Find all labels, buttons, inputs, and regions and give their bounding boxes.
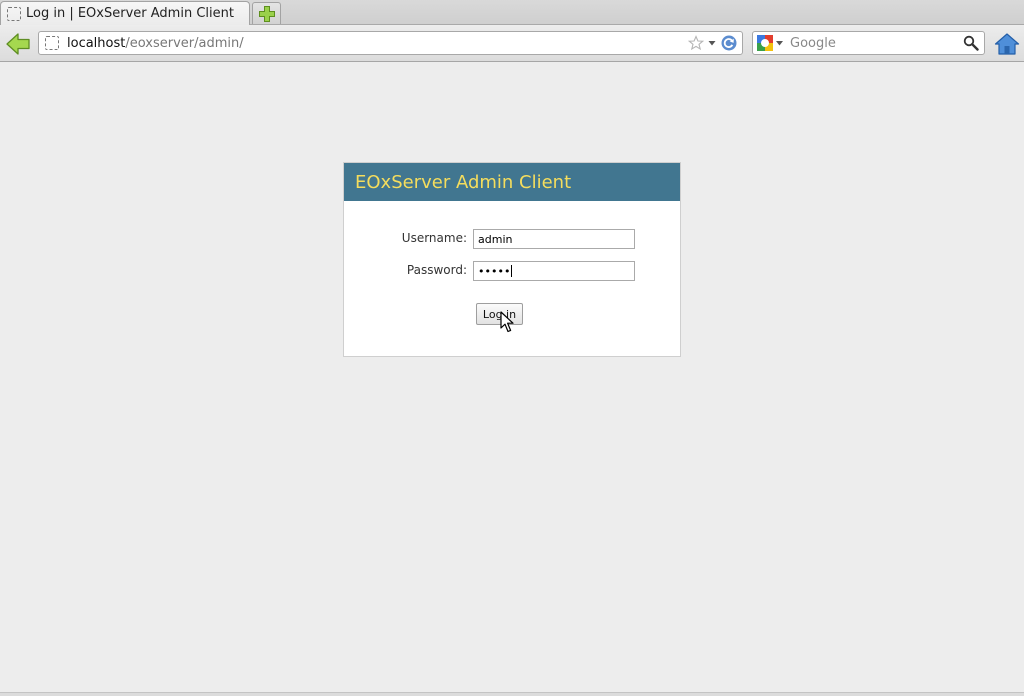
tab-login[interactable]: Log in | EOxServer Admin Client <box>0 1 250 25</box>
tab-strip: Log in | EOxServer Admin Client <box>0 0 1024 25</box>
password-value: ••••• <box>478 264 511 278</box>
status-strip <box>0 692 1024 696</box>
google-logo-icon <box>757 35 773 51</box>
search-button[interactable] <box>962 34 980 52</box>
home-button[interactable] <box>993 30 1021 58</box>
navigation-toolbar: localhost/eoxserver/admin/ Google <box>0 26 1024 62</box>
password-input[interactable]: ••••• <box>473 261 635 281</box>
password-row: Password: ••••• <box>344 261 680 281</box>
home-icon <box>994 33 1020 55</box>
mouse-cursor-icon <box>500 311 514 333</box>
back-arrow-icon <box>6 33 30 55</box>
search-input[interactable]: Google <box>790 36 962 51</box>
username-row: Username: admin <box>344 229 680 249</box>
username-input[interactable]: admin <box>473 229 635 249</box>
new-tab-button[interactable] <box>252 2 281 24</box>
url-dropdown-icon[interactable] <box>707 35 717 51</box>
url-bar[interactable]: localhost/eoxserver/admin/ <box>38 31 743 55</box>
username-value: admin <box>478 232 513 246</box>
tab-title: Log in | EOxServer Admin Client <box>26 6 234 21</box>
search-engine-selector[interactable] <box>757 35 784 51</box>
star-icon[interactable] <box>688 35 704 51</box>
url-input[interactable]: localhost/eoxserver/admin/ <box>67 36 688 51</box>
url-host: localhost <box>67 35 126 51</box>
text-caret <box>511 265 513 277</box>
site-identity-icon[interactable] <box>45 36 59 50</box>
page-title: EOxServer Admin Client <box>355 171 572 193</box>
magnifier-icon <box>963 35 979 51</box>
login-header: EOxServer Admin Client <box>344 163 680 201</box>
search-bar[interactable]: Google <box>752 31 985 55</box>
plus-icon <box>258 5 275 22</box>
reload-icon[interactable] <box>720 34 738 52</box>
url-path: /eoxserver/admin/ <box>125 35 244 51</box>
search-engine-dropdown-icon <box>776 41 783 46</box>
page-favicon-icon <box>7 6 21 21</box>
username-label: Username: <box>401 231 467 245</box>
back-button[interactable] <box>4 30 32 58</box>
password-label: Password: <box>406 263 467 277</box>
